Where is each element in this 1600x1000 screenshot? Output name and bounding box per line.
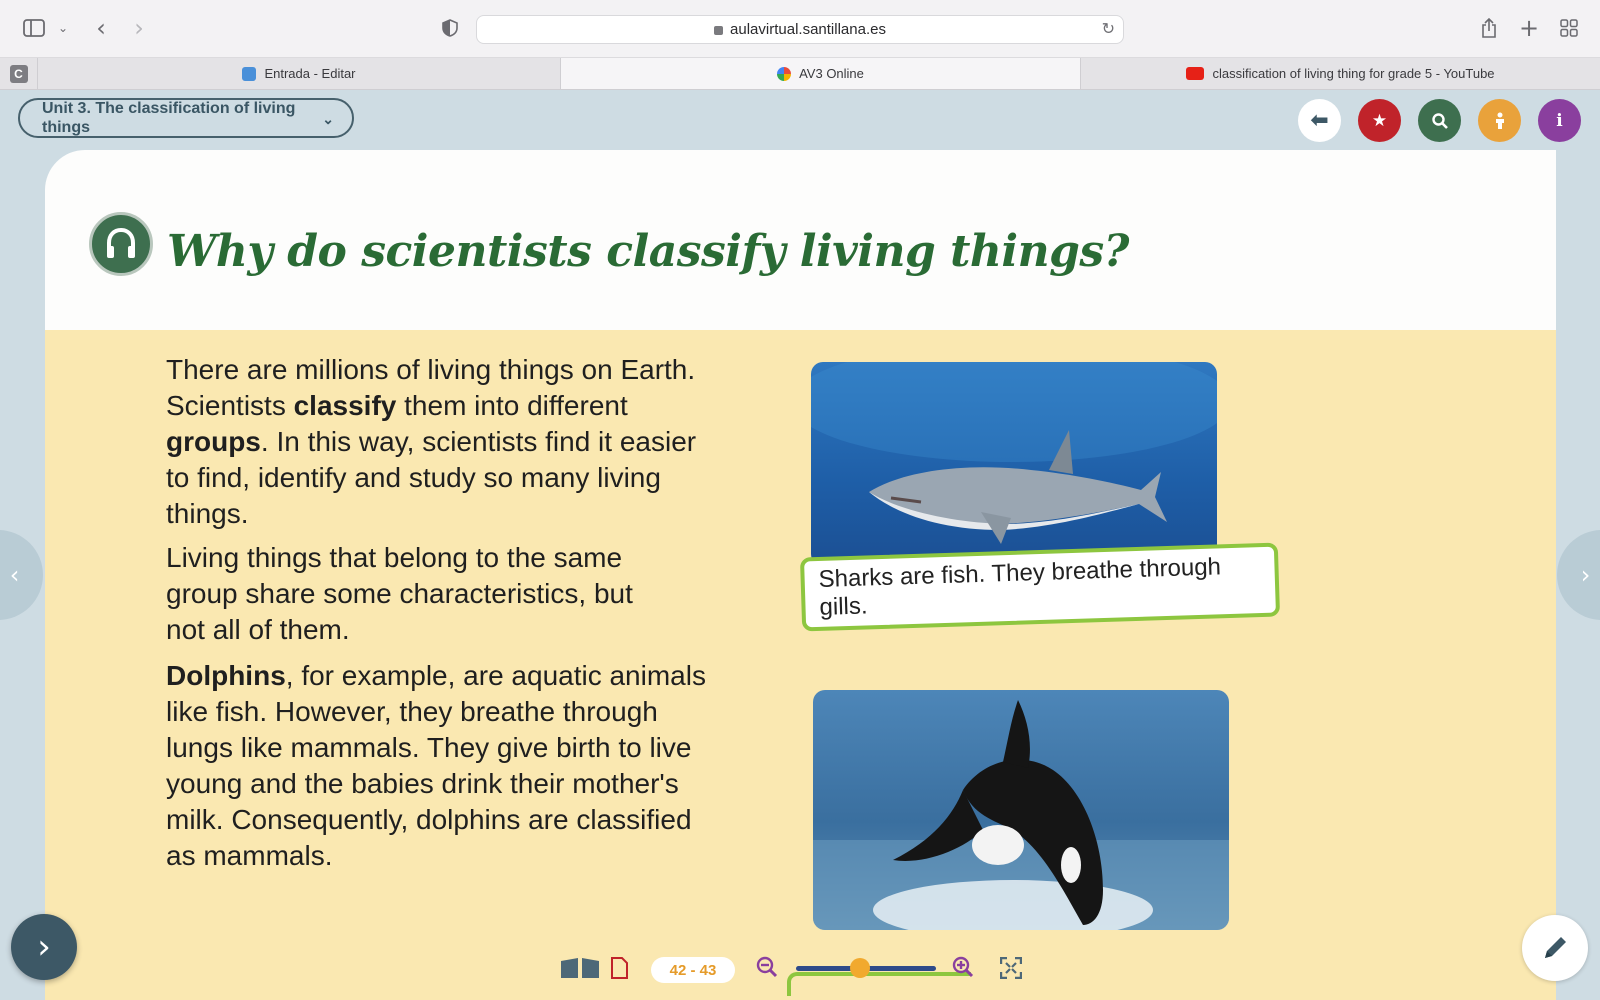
chevron-right-icon: › xyxy=(37,927,51,967)
fullscreen-icon[interactable] xyxy=(999,956,1023,983)
page-indicator[interactable]: 42 - 43 xyxy=(651,957,735,983)
tab-label: AV3 Online xyxy=(799,66,864,81)
zoom-in-icon[interactable] xyxy=(952,956,974,982)
accessibility-button[interactable] xyxy=(1478,99,1521,142)
star-icon: ★ xyxy=(1371,110,1388,131)
next-page-side-button[interactable]: › xyxy=(1557,530,1600,620)
new-tab-icon[interactable]: + xyxy=(1518,14,1540,42)
chevron-right-icon: › xyxy=(1580,561,1591,589)
annotate-button[interactable] xyxy=(1522,915,1588,981)
tab-youtube[interactable]: classification of living thing for grade… xyxy=(1081,58,1600,89)
zoom-out-icon[interactable] xyxy=(756,956,778,982)
tab-overview-icon[interactable] xyxy=(1558,14,1580,42)
search-button[interactable] xyxy=(1418,99,1461,142)
audio-button[interactable] xyxy=(89,212,153,276)
chevron-down-icon: ⌄ xyxy=(322,111,334,127)
shark-image xyxy=(811,362,1217,566)
sidebar-toggle-icon[interactable] xyxy=(22,14,46,42)
term-dolphins: Dolphins xyxy=(166,660,286,691)
chevron-down-icon[interactable]: ⌄ xyxy=(56,14,70,42)
zoom-slider-handle[interactable] xyxy=(850,958,870,978)
headphones-icon xyxy=(107,227,135,258)
double-page-view-icon[interactable] xyxy=(560,957,600,983)
search-icon xyxy=(1431,112,1448,129)
address-bar[interactable]: aulavirtual.santillana.es ↻ xyxy=(476,15,1124,44)
orca-image xyxy=(813,690,1229,930)
pinned-tab-icon: C xyxy=(9,64,28,83)
orca-caption-frame xyxy=(787,972,971,996)
single-page-view-icon[interactable] xyxy=(610,957,628,983)
browser-toolbar: ⌄ ‹ › aulavirtual.santillana.es ↻ + xyxy=(0,0,1600,58)
tab-bar: C Entrada - Editar AV3 Online classifica… xyxy=(0,58,1600,90)
paragraph-dolphins: Dolphins, for example, are aquatic anima… xyxy=(166,660,706,871)
person-icon xyxy=(1495,112,1504,129)
youtube-icon xyxy=(1186,67,1205,80)
prev-page-button[interactable]: ‹ xyxy=(0,530,43,620)
unit-selector-label: Unit 3. The classification of living thi… xyxy=(42,100,296,136)
info-button[interactable]: i xyxy=(1538,99,1581,142)
url-text: aulavirtual.santillana.es xyxy=(730,21,886,38)
page-title: Why do scientists classify living things… xyxy=(167,226,1129,277)
forward-icon[interactable]: › xyxy=(128,14,150,42)
lock-icon xyxy=(714,26,724,35)
tab-av3-online[interactable]: AV3 Online xyxy=(561,58,1081,89)
reload-icon[interactable]: ↻ xyxy=(1102,19,1115,39)
term-classify: classify xyxy=(293,390,397,421)
av3-icon xyxy=(777,66,792,81)
tab-entrada-editar[interactable]: Entrada - Editar xyxy=(38,58,561,89)
back-arrow-button[interactable]: ⬅ xyxy=(1298,99,1341,142)
next-activity-button[interactable]: › xyxy=(11,914,77,980)
chevron-left-icon: ‹ xyxy=(9,561,20,589)
back-icon[interactable]: ‹ xyxy=(90,14,112,42)
zoom-slider[interactable] xyxy=(796,958,936,978)
pencil-icon xyxy=(1545,937,1566,958)
blogger-icon xyxy=(242,66,257,81)
favorites-button[interactable]: ★ xyxy=(1358,99,1401,142)
unit-selector[interactable]: Unit 3. The classification of living thi… xyxy=(18,98,354,138)
info-icon: i xyxy=(1556,110,1563,131)
share-icon[interactable] xyxy=(1478,14,1500,42)
shark-caption: Sharks are fish. They breathe through gi… xyxy=(799,542,1281,632)
app-viewport: Unit 3. The classification of living thi… xyxy=(0,90,1600,1000)
arrow-left-icon: ⬅ xyxy=(1310,108,1329,133)
privacy-shield-icon[interactable] xyxy=(440,14,460,42)
book-page: Why do scientists classify living things… xyxy=(45,150,1556,1000)
tab-label: classification of living thing for grade… xyxy=(1212,66,1495,81)
term-groups: groups xyxy=(166,426,261,457)
tab-label: Entrada - Editar xyxy=(264,66,356,81)
pinned-tab[interactable]: C xyxy=(0,58,38,89)
paragraph-intro: There are millions of living things on E… xyxy=(166,354,697,529)
paragraph-groups: Living things that belong to the same gr… xyxy=(166,542,633,645)
